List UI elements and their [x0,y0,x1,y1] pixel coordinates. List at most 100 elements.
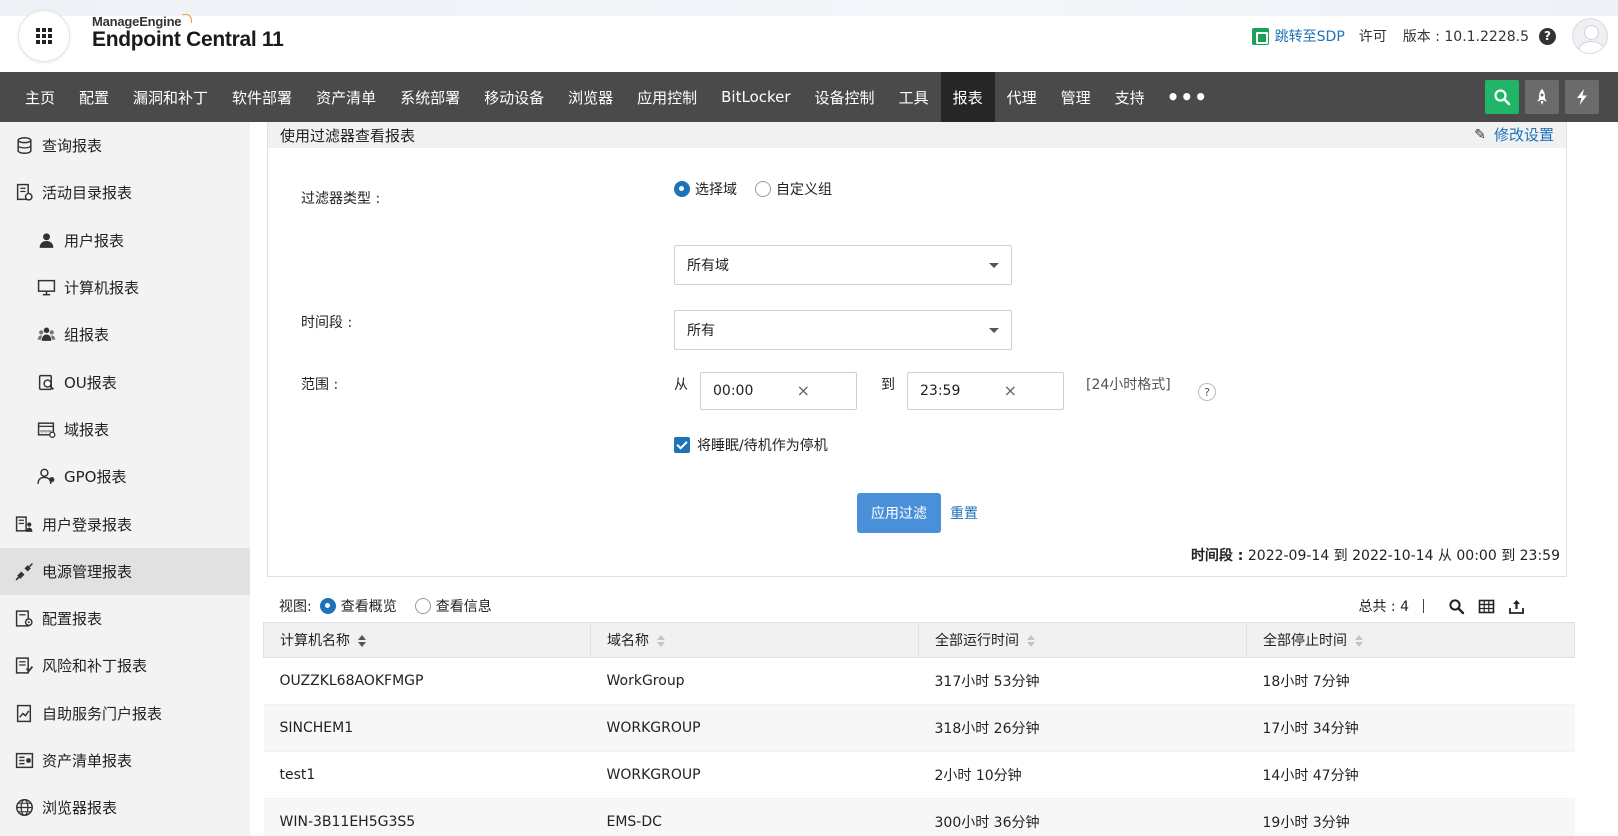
sleep-as-shutdown-checkbox[interactable] [674,437,690,453]
radio-custom-group-label[interactable]: 自定义组 [776,179,832,199]
column-header-computer-name[interactable]: 计算机名称 [263,622,591,658]
from-time-input[interactable]: 00:00 × [700,372,857,410]
license-link[interactable]: 许可 [1359,26,1387,46]
table-search-button[interactable] [1446,596,1466,616]
sidebar-item-5[interactable]: OU报表 [0,358,250,405]
nav-tab-13[interactable]: 代理 [995,72,1049,122]
clear-from-time-icon[interactable]: × [797,381,810,400]
quick-launch-button[interactable] [1525,80,1559,114]
nav-tab-9[interactable]: BitLocker [709,72,802,122]
nav-tab-12[interactable]: 报表 [940,72,995,122]
sidebar-item-3[interactable]: 计算机报表 [0,264,250,311]
period-label: 时间段 : [301,315,353,331]
sidebar-item-13[interactable]: 资产清单报表 [0,737,250,784]
sidebar-item-12[interactable]: 自助服务门户报表 [0,690,250,737]
sidebar-item-label: 自助服务门户报表 [42,704,163,723]
sidebar-item-10[interactable]: 配置报表 [0,595,250,642]
sleep-as-shutdown-option: 将睡眠/待机作为停机 [674,435,828,455]
apply-filter-button[interactable]: 应用过滤 [857,493,941,533]
nav-tabs: 主页 配置 漏洞和补丁 软件部署 资产清单 系统部署 移动设备 浏览器 应用控制 BitLocke… [0,72,1218,122]
sidebar-item-2[interactable]: 用户报表 [0,217,250,264]
edit-settings-link[interactable]: ✎ 修改设置 [1474,124,1554,145]
view-toggle: 视图: 查看概览 查看信息 [279,596,510,616]
computer-name-link[interactable]: SINCHEM1 [263,704,591,752]
sidebar-item-label: 风险和补丁报表 [42,657,148,676]
sidebar-item-11[interactable]: 风险和补丁报表 [0,642,250,689]
to-label: 到 [881,377,895,393]
radio-view-summary-label[interactable]: 查看概览 [341,596,397,616]
sidebar-item-6[interactable]: www 域报表 [0,406,250,453]
period-select[interactable]: 所有 [674,310,1012,350]
sleep-as-shutdown-label[interactable]: 将睡眠/待机作为停机 [697,435,828,455]
nav-tab-0[interactable]: 主页 [13,72,67,122]
sidebar-item-9[interactable]: 电源管理报表 [0,547,250,595]
column-header-total-downtime[interactable]: 全部停止时间 [1246,622,1575,658]
domain-select-value: 所有域 [687,258,729,274]
sidebar-item-4[interactable]: 组报表 [0,311,250,358]
sort-icon[interactable] [657,634,665,648]
total-count: 总共 : 4 [1358,599,1409,615]
help-icon[interactable]: ? [1539,27,1556,45]
brand-mark-icon [182,14,193,23]
computer-name-link[interactable]: WIN-3B11EH5G3S5 [263,798,591,836]
chevron-down-icon [989,263,999,268]
nav-tab-1[interactable]: 配置 [67,72,121,122]
sidebar-item-1[interactable]: 活动目录报表 [0,169,250,216]
sort-icon[interactable] [1355,634,1363,648]
nav-tab-3[interactable]: 软件部署 [220,72,304,122]
table-row: WIN-3B11EH5G3S5 EMS-DC 300小时 36分钟 19小时 3分钟 [263,798,1575,836]
more-menu-icon[interactable]: ••• [1157,72,1218,122]
nav-tab-8[interactable]: 应用控制 [625,72,709,122]
column-chooser-button[interactable] [1476,596,1496,616]
sidebar-item-label: 活动目录报表 [42,184,133,203]
directory-report-icon [14,183,34,203]
monitor-icon [36,278,56,298]
app-launcher-button[interactable] [18,10,70,62]
computer-name-link[interactable]: OUZZKL68AOKFMGP [263,657,591,705]
nav-tab-15[interactable]: 支持 [1103,72,1157,122]
computer-name-link[interactable]: test1 [263,751,591,799]
nav-tab-14[interactable]: 管理 [1049,72,1103,122]
radio-view-details[interactable] [414,598,431,614]
nav-tab-11[interactable]: 工具 [887,72,941,122]
radio-custom-group[interactable] [755,181,771,197]
header-actions: 跳转至SDP 许可 版本 : 10.1.2228.5 ? [1251,16,1618,56]
user-avatar[interactable] [1572,18,1608,54]
quick-actions-button[interactable] [1565,80,1599,114]
table-row: SINCHEM1 WORKGROUP 318小时 26分钟 17小时 34分钟 [263,704,1575,752]
radio-select-domain-label[interactable]: 选择域 [695,179,737,199]
global-search-button[interactable] [1485,80,1519,114]
nav-tab-10[interactable]: 设备控制 [803,72,887,122]
export-button[interactable] [1506,596,1526,616]
column-header-total-uptime[interactable]: 全部运行时间 [918,622,1247,658]
radio-view-summary[interactable] [319,598,336,614]
nav-tab-7[interactable]: 浏览器 [556,72,625,122]
jump-to-sdp-link[interactable]: 跳转至SDP [1251,26,1345,46]
uptime-cell: 2小时 10分钟 [918,751,1247,799]
sidebar-item-label: 电源管理报表 [42,562,133,581]
clear-to-time-icon[interactable]: × [1004,381,1017,400]
radio-view-details-label[interactable]: 查看信息 [436,596,492,616]
sort-icon[interactable] [358,634,366,648]
sidebar-item-label: 域报表 [64,420,110,439]
help-icon[interactable]: ? [1198,383,1216,401]
nav-tab-4[interactable]: 资产清单 [304,72,388,122]
reset-link[interactable]: 重置 [950,503,978,523]
column-header-domain-name[interactable]: 域名称 [590,622,919,658]
sort-icon[interactable] [1027,634,1035,648]
sidebar-item-label: 组报表 [64,326,110,345]
domain-select[interactable]: 所有域 [674,245,1012,285]
radio-select-domain[interactable] [674,181,690,197]
to-time-input[interactable]: 23:59 × [907,372,1064,410]
config-report-icon [14,609,34,629]
nav-tab-6[interactable]: 移动设备 [472,72,556,122]
sidebar-item-7[interactable]: GPO报表 [0,453,250,500]
sidebar-item-14[interactable]: 浏览器报表 [0,784,250,831]
sidebar-item-8[interactable]: 用户登录报表 [0,500,250,547]
nav-tab-2[interactable]: 漏洞和补丁 [121,72,220,122]
sidebar-item-0[interactable]: 查询报表 [0,122,250,169]
domain-cell: WORKGROUP [590,751,919,799]
nav-tab-5[interactable]: 系统部署 [388,72,472,122]
rocket-icon [1537,89,1547,105]
sdp-icon [1251,27,1269,45]
